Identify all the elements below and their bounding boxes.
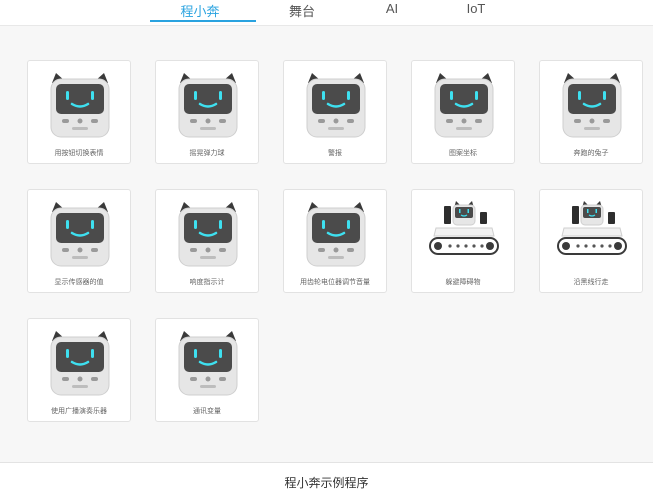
tab-ai[interactable]: AI <box>382 1 402 16</box>
robot-face-icon <box>177 200 239 268</box>
example-label: 奔跑的兔子 <box>573 150 609 157</box>
figure-caption: 程小奔示例程序 <box>284 476 369 490</box>
tab-codey[interactable]: 程小奔 <box>180 1 220 20</box>
example-card[interactable]: 通讯变量 <box>155 318 259 422</box>
example-label: 躲避障碍物 <box>445 279 481 286</box>
robot-face-icon <box>177 71 239 139</box>
tab-stage[interactable]: 舞台 <box>287 1 317 20</box>
robot-face-icon <box>49 329 111 397</box>
tab-bar: 程小奔 舞台 AI IoT <box>0 0 653 26</box>
example-label: 摇晃弹力球 <box>189 150 225 157</box>
example-label: 通讯变量 <box>193 408 221 415</box>
robot-face-icon <box>433 71 495 139</box>
example-card[interactable]: 奔跑的兔子 <box>539 60 643 164</box>
example-card[interactable]: 响度指示计 <box>155 189 259 293</box>
example-label: 显示传感器的值 <box>54 279 104 286</box>
example-label: 用按钮切换表情 <box>54 150 104 157</box>
example-label: 使用广播演奏乐器 <box>51 408 107 415</box>
robot-face-icon <box>561 71 623 139</box>
example-card[interactable]: 用按钮切换表情 <box>27 60 131 164</box>
robot-tank-icon <box>557 200 627 255</box>
example-label: 用齿轮电位器调节音量 <box>300 279 370 286</box>
example-card[interactable]: 使用广播演奏乐器 <box>27 318 131 422</box>
example-label: 响度指示计 <box>189 279 225 286</box>
example-card[interactable]: 沿黑线行走 <box>539 189 643 293</box>
example-card[interactable]: 图案坐标 <box>411 60 515 164</box>
example-card[interactable]: 摇晃弹力球 <box>155 60 259 164</box>
example-label: 警报 <box>328 150 342 157</box>
robot-face-icon <box>305 200 367 268</box>
tab-iot[interactable]: IoT <box>464 1 488 16</box>
robot-face-icon <box>49 71 111 139</box>
example-card[interactable]: 警报 <box>283 60 387 164</box>
example-card[interactable]: 用齿轮电位器调节音量 <box>283 189 387 293</box>
robot-face-icon <box>49 200 111 268</box>
robot-face-icon <box>305 71 367 139</box>
robot-face-icon <box>177 329 239 397</box>
active-tab-indicator <box>150 20 256 22</box>
example-label: 沿黑线行走 <box>573 279 609 286</box>
examples-panel: 用按钮切换表情 摇晃弹力球 警报 图案坐标 奔跑的兔子 显示传感器的值 响度指示… <box>0 26 653 462</box>
example-card[interactable]: 躲避障碍物 <box>411 189 515 293</box>
caption-divider <box>0 462 653 463</box>
robot-tank-icon <box>429 200 499 255</box>
example-card[interactable]: 显示传感器的值 <box>27 189 131 293</box>
example-label: 图案坐标 <box>449 150 477 157</box>
